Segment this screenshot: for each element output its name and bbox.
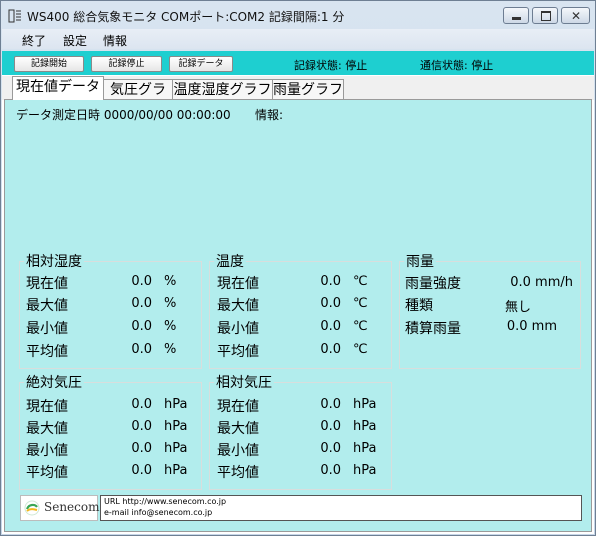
rain-label-total: 積算雨量	[405, 321, 461, 337]
abs-pressure-unit-max: hPa	[164, 419, 188, 434]
menu-exit[interactable]: 終了	[22, 32, 46, 49]
temperature-unit-min: ℃	[353, 319, 368, 334]
rel-pressure-unit-max: hPa	[353, 419, 377, 434]
rel-pressure-unit-min: hPa	[353, 441, 377, 456]
temperature-value-current: 0.0	[320, 274, 341, 289]
temperature-value-max: 0.0	[320, 296, 341, 311]
temperature-label-max: 最大値	[217, 298, 259, 314]
record-stop-button[interactable]: 記録停止	[91, 56, 162, 72]
humidity-unit-max: %	[164, 296, 177, 311]
close-button[interactable]: ✕	[561, 7, 590, 24]
abs-pressure-label-current: 現在値	[26, 399, 68, 415]
rel-pressure-value-current: 0.0	[320, 397, 341, 412]
rain-title: 雨量	[404, 251, 436, 271]
rel-pressure-value-avg: 0.0	[320, 463, 341, 478]
record-status: 記録状態: 停止	[294, 59, 368, 72]
abs-pressure-value-max: 0.0	[131, 419, 152, 434]
humidity-unit-avg: %	[164, 342, 177, 357]
maximize-icon	[541, 11, 551, 21]
senecom-logo[interactable]: Senecom	[20, 495, 100, 521]
abs-pressure-title: 絶対気圧	[24, 372, 84, 392]
rel-pressure-label-min: 最小値	[217, 443, 259, 459]
tab-current-data[interactable]: 現在値データ	[12, 76, 104, 100]
maximize-button[interactable]	[532, 7, 558, 24]
measure-datetime: データ測定日時 0000/00/00 00:00:00	[16, 108, 231, 122]
temperature-value-min: 0.0	[320, 319, 341, 334]
toolbar: 記録開始 記録停止 記録データ 記録状態: 停止 通信状態: 停止	[2, 51, 594, 75]
email-line[interactable]: e-mail info@senecom.co.jp	[104, 508, 212, 517]
logo-text: Senecom	[44, 500, 100, 514]
humidity-label-avg: 平均値	[26, 344, 68, 360]
record-start-button[interactable]: 記録開始	[14, 56, 84, 72]
rel-pressure-unit-avg: hPa	[353, 463, 377, 478]
logo-swirl-icon	[24, 500, 40, 520]
rel-pressure-value-min: 0.0	[320, 441, 341, 456]
url-line[interactable]: URL http://www.senecom.co.jp	[104, 497, 226, 506]
humidity-label-max: 最大値	[26, 298, 68, 314]
temperature-unit-current: ℃	[353, 274, 368, 289]
contact-info-box: URL http://www.senecom.co.jp e-mail info…	[100, 495, 582, 521]
abs-pressure-unit-current: hPa	[164, 397, 188, 412]
app-icon[interactable]	[8, 9, 22, 23]
rain-value-type: 無し	[504, 300, 531, 315]
rel-pressure-label-max: 最大値	[217, 421, 259, 437]
abs-pressure-label-avg: 平均値	[26, 465, 68, 481]
tab-strip: 現在値データ 気圧グラフ 温度湿度グラフ 雨量グラフ	[2, 76, 594, 118]
tab-pressure-graph[interactable]: 気圧グラフ	[103, 79, 173, 118]
abs-pressure-value-current: 0.0	[131, 397, 152, 412]
temperature-value-avg: 0.0	[320, 342, 341, 357]
minimize-button[interactable]	[503, 7, 529, 24]
humidity-value-max: 0.0	[131, 296, 152, 311]
abs-pressure-unit-avg: hPa	[164, 463, 188, 478]
tab-rain-graph[interactable]: 雨量グラフ	[272, 79, 344, 100]
humidity-value-min: 0.0	[131, 319, 152, 334]
rel-pressure-unit-current: hPa	[353, 397, 377, 412]
comm-status: 通信状態: 停止	[420, 59, 494, 72]
humidity-unit-min: %	[164, 319, 177, 334]
abs-pressure-value-avg: 0.0	[131, 463, 152, 478]
humidity-value-current: 0.0	[131, 274, 152, 289]
app-window: WS400 総合気象モニタ COMポート:COM2 記録間隔:1 分 ✕ 終了 …	[0, 0, 596, 536]
humidity-title: 相対湿度	[24, 251, 84, 271]
menu-settings[interactable]: 設定	[63, 32, 87, 49]
temperature-unit-max: ℃	[353, 296, 368, 311]
window-title: WS400 総合気象モニタ COMポート:COM2 記録間隔:1 分	[27, 10, 345, 24]
rain-label-intensity: 雨量強度	[405, 276, 461, 292]
temperature-title: 温度	[214, 251, 246, 271]
humidity-value-avg: 0.0	[131, 342, 152, 357]
humidity-label-current: 現在値	[26, 276, 68, 292]
tab-temp-humidity-graph[interactable]: 温度湿度グラフ	[172, 79, 273, 100]
rel-pressure-label-avg: 平均値	[217, 465, 259, 481]
menu-bar: 終了 設定 情報	[2, 29, 594, 49]
rel-pressure-value-max: 0.0	[320, 419, 341, 434]
abs-pressure-label-min: 最小値	[26, 443, 68, 459]
title-bar[interactable]: WS400 総合気象モニタ COMポート:COM2 記録間隔:1 分 ✕	[1, 1, 595, 29]
rain-label-type: 種類	[405, 298, 433, 314]
humidity-unit-current: %	[164, 274, 177, 289]
rel-pressure-label-current: 現在値	[217, 399, 259, 415]
record-data-button[interactable]: 記録データ	[169, 56, 233, 72]
temperature-label-min: 最小値	[217, 321, 259, 337]
abs-pressure-unit-min: hPa	[164, 441, 188, 456]
measure-info-label: 情報:	[255, 108, 284, 122]
rel-pressure-title: 相対気圧	[214, 372, 274, 392]
temperature-label-current: 現在値	[217, 276, 259, 292]
temperature-label-avg: 平均値	[217, 344, 259, 360]
rain-value-intensity: 0.0 mm/h	[510, 275, 573, 290]
humidity-label-min: 最小値	[26, 321, 68, 337]
abs-pressure-label-max: 最大値	[26, 421, 68, 437]
abs-pressure-value-min: 0.0	[131, 441, 152, 456]
menu-info[interactable]: 情報	[103, 32, 127, 49]
temperature-unit-avg: ℃	[353, 342, 368, 357]
rain-value-total: 0.0 mm	[506, 319, 557, 334]
close-icon: ✕	[571, 9, 582, 23]
minimize-icon	[512, 17, 521, 20]
